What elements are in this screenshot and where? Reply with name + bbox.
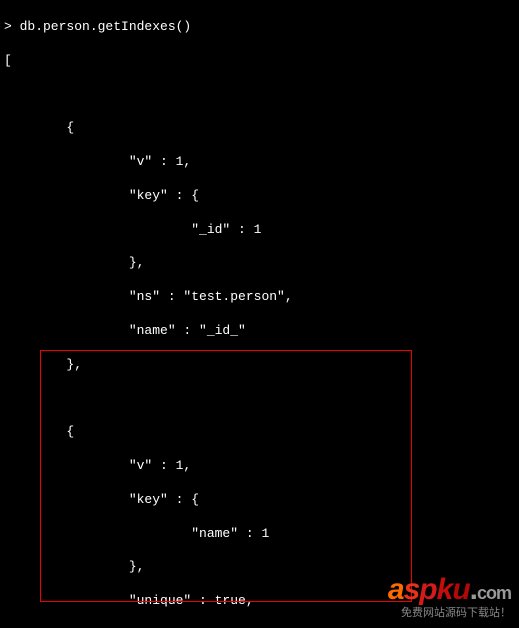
- key-open: "key" : {: [4, 492, 515, 509]
- key-field: "_id" : 1: [4, 222, 515, 239]
- key-field: "name" : 1: [4, 526, 515, 543]
- watermark-brand: aspku.com: [388, 575, 511, 605]
- brand-letter: s: [404, 573, 420, 606]
- key-close: },: [4, 255, 515, 272]
- terminal-output: > db.person.getIndexes() [ { "v" : 1, "k…: [0, 0, 519, 628]
- field-name: "name" : "_id_": [4, 323, 515, 340]
- brand-letter: u: [452, 573, 469, 606]
- field-ns: "ns" : "test.person",: [4, 289, 515, 306]
- watermark-tagline: 免费网站源码下载站！: [388, 606, 511, 620]
- brand-letter: k: [437, 573, 453, 606]
- brand-dot: .: [470, 573, 477, 606]
- watermark: aspku.com 免费网站源码下载站！: [388, 575, 511, 620]
- array-open: [: [4, 53, 515, 70]
- field-v: "v" : 1,: [4, 458, 515, 475]
- brand-letter: a: [388, 573, 404, 606]
- object-open: {: [4, 120, 515, 137]
- object-close: },: [4, 357, 515, 374]
- brand-tld: com: [477, 583, 511, 603]
- brand-letter: p: [419, 573, 436, 606]
- command-prompt-line: > db.person.getIndexes(): [4, 19, 515, 36]
- object-open: {: [4, 424, 515, 441]
- key-open: "key" : {: [4, 188, 515, 205]
- field-v: "v" : 1,: [4, 154, 515, 171]
